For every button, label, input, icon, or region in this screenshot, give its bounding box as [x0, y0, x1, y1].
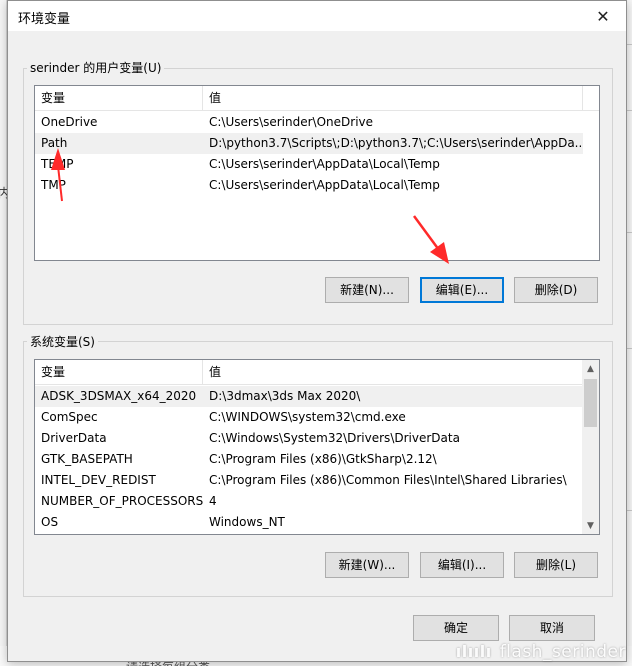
user-delete-button[interactable]: 删除(D)	[514, 277, 598, 303]
variable-value: D:\python3.7\Scripts\;D:\python3.7\;C:\U…	[209, 136, 581, 150]
user-variables-label: serinder 的用户变量(U)	[27, 59, 165, 76]
system-variables-label: 系统变量(S)	[27, 333, 98, 350]
background-left-edge: 内	[0, 0, 10, 666]
table-row[interactable]: ADSK_3DSMAX_x64_2020 D:\3dmax\3ds Max 20…	[35, 386, 582, 407]
column-header-variable[interactable]: 变量	[35, 360, 203, 384]
title-bar: 环境变量 ✕	[8, 1, 626, 31]
user-edit-button[interactable]: 编辑(E)...	[420, 277, 504, 303]
variable-value: Windows_NT	[209, 515, 285, 529]
system-variables-scrollbar[interactable]: ▲ ▼	[582, 360, 599, 534]
variable-name: NUMBER_OF_PROCESSORS	[41, 494, 203, 508]
table-row[interactable]: TEMP C:\Users\serinder\AppData\Local\Tem…	[35, 154, 583, 175]
scroll-up-icon[interactable]: ▲	[582, 360, 599, 377]
table-row[interactable]: Path D:\python3.7\Scripts\;D:\python3.7\…	[35, 133, 583, 154]
variable-value: C:\Windows\System32\Drivers\DriverData	[209, 431, 460, 445]
table-row[interactable]: GTK_BASEPATH C:\Program Files (x86)\GtkS…	[35, 449, 582, 470]
variable-name: TMP	[41, 178, 66, 192]
variable-name: INTEL_DEV_REDIST	[41, 473, 156, 487]
watermark-logo: ılıılı	[455, 642, 492, 661]
table-row[interactable]: NUMBER_OF_PROCESSORS 4	[35, 491, 582, 512]
cancel-button[interactable]: 取消	[509, 615, 595, 641]
variable-name: OneDrive	[41, 115, 98, 129]
system-edit-button[interactable]: 编辑(I)...	[420, 552, 504, 578]
system-variables-header: 变量 值	[35, 360, 582, 385]
variable-value: C:\Users\serinder\AppData\Local\Temp	[209, 157, 440, 171]
variable-value: C:\Program Files (x86)\Common Files\Inte…	[209, 473, 567, 487]
column-header-variable[interactable]: 变量	[35, 86, 203, 110]
scroll-down-icon[interactable]: ▼	[582, 517, 599, 534]
system-variables-list[interactable]: 变量 值 ADSK_3DSMAX_x64_2020 D:\3dmax\3ds M…	[34, 359, 600, 535]
table-row[interactable]: ComSpec C:\WINDOWS\system32\cmd.exe	[35, 407, 582, 428]
variable-name: TEMP	[41, 157, 74, 171]
variable-name: ComSpec	[41, 410, 98, 424]
variable-name: Path	[41, 136, 68, 150]
watermark-text: flash_serinder	[499, 642, 626, 662]
table-row[interactable]: INTEL_DEV_REDIST C:\Program Files (x86)\…	[35, 470, 582, 491]
column-header-value[interactable]: 值	[203, 86, 583, 110]
system-new-button[interactable]: 新建(W)...	[325, 552, 409, 578]
watermark: ılıılı flash_serinder	[456, 642, 626, 662]
column-header-value[interactable]: 值	[203, 360, 582, 384]
variable-value: C:\WINDOWS\system32\cmd.exe	[209, 410, 406, 424]
dialog-title: 环境变量	[18, 12, 71, 27]
ok-button[interactable]: 确定	[413, 615, 499, 641]
variable-value: C:\Users\serinder\OneDrive	[209, 115, 374, 129]
variable-name: DriverData	[41, 431, 107, 445]
close-button[interactable]: ✕	[580, 1, 626, 31]
close-icon: ✕	[596, 6, 610, 26]
table-row[interactable]: DriverData C:\Windows\System32\Drivers\D…	[35, 428, 582, 449]
variable-value: 4	[209, 494, 217, 508]
user-variables-list[interactable]: 变量 值 OneDrive C:\Users\serinder\OneDrive…	[34, 85, 600, 261]
scrollbar-thumb[interactable]	[584, 379, 597, 427]
variable-name: GTK_BASEPATH	[41, 452, 133, 466]
variable-value: D:\3dmax\3ds Max 2020\	[209, 389, 361, 403]
user-new-button[interactable]: 新建(N)...	[325, 277, 409, 303]
table-row[interactable]: OS Windows_NT	[35, 512, 582, 533]
environment-variables-dialog: 环境变量 ✕ serinder 的用户变量(U) 变量 值 OneDrive C…	[7, 0, 627, 662]
system-delete-button[interactable]: 删除(L)	[514, 552, 598, 578]
variable-name: OS	[41, 515, 59, 529]
table-row[interactable]: OneDrive C:\Users\serinder\OneDrive	[35, 112, 583, 133]
user-variables-header: 变量 值	[35, 86, 599, 111]
variable-value: C:\Users\serinder\AppData\Local\Temp	[209, 178, 440, 192]
table-row[interactable]: TMP C:\Users\serinder\AppData\Local\Temp	[35, 175, 583, 196]
variable-value: C:\Program Files (x86)\GtkSharp\2.12\	[209, 452, 437, 466]
variable-name: ADSK_3DSMAX_x64_2020	[41, 389, 197, 403]
